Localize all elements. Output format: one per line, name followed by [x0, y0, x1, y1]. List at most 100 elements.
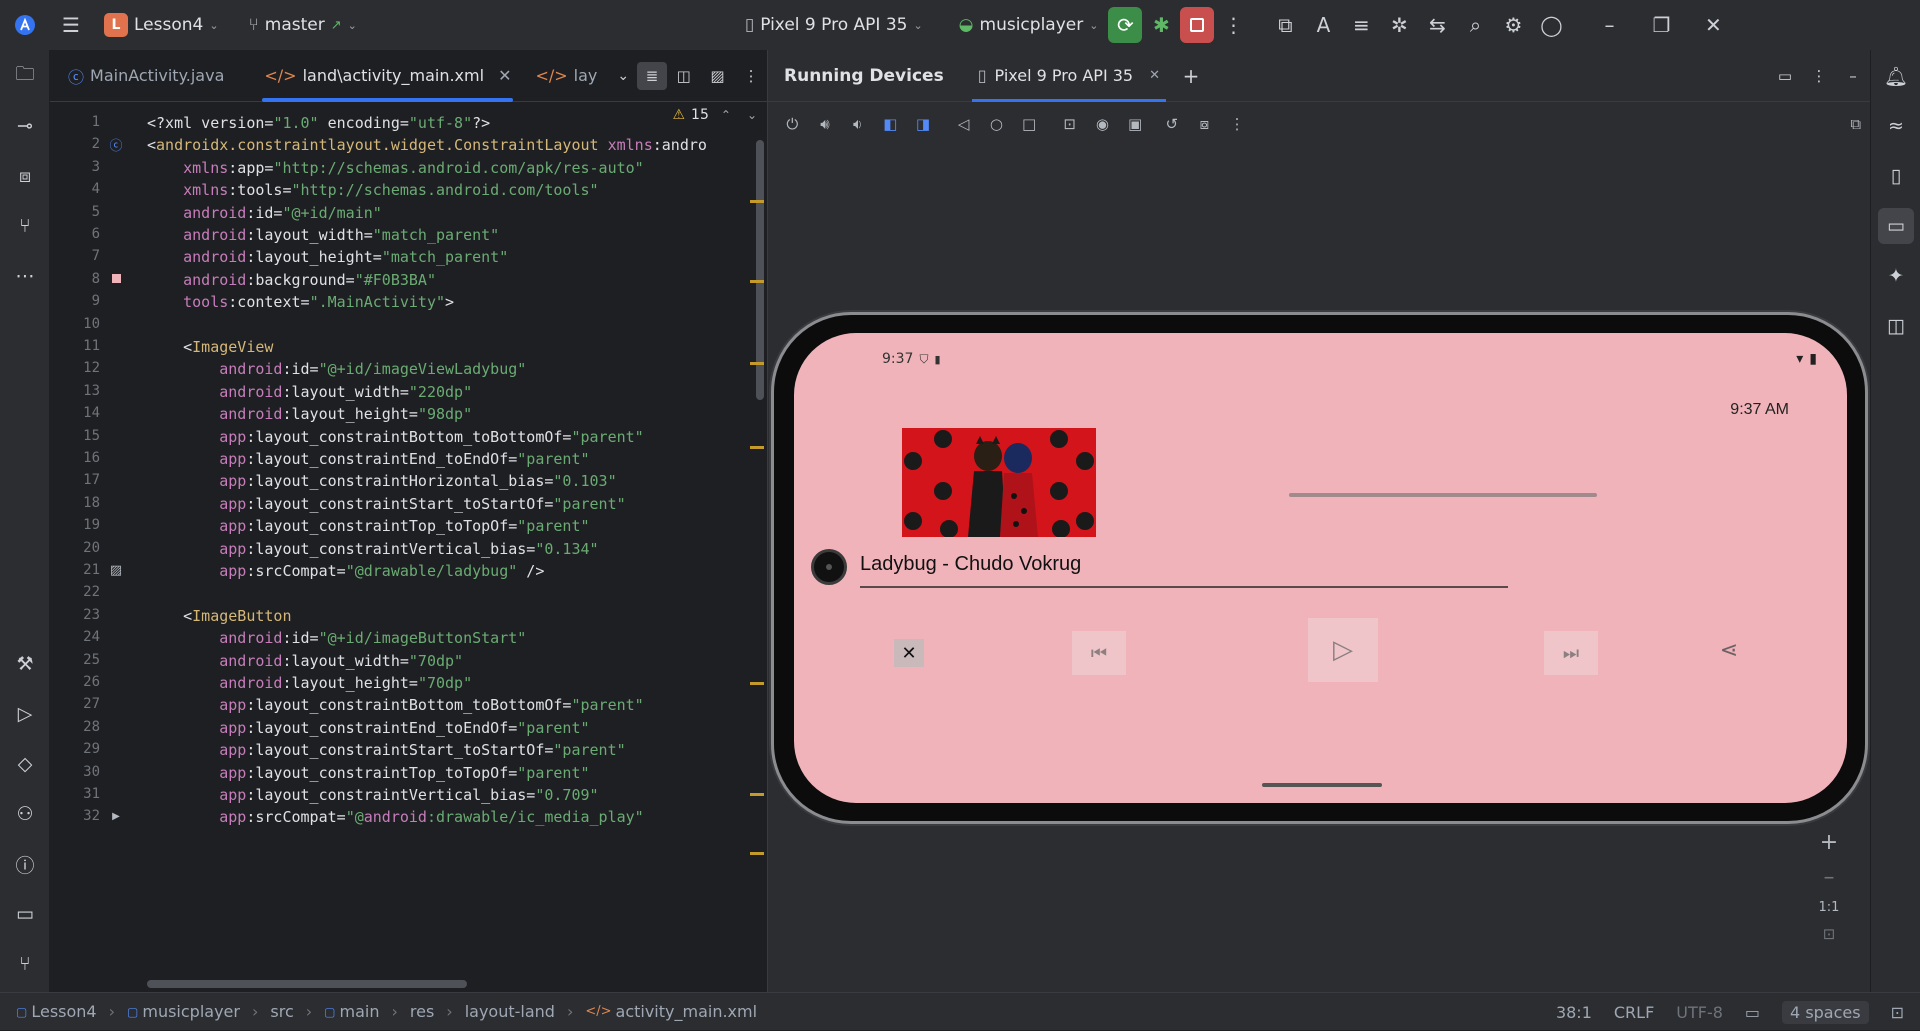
account-icon[interactable]: ◯ [1532, 6, 1570, 44]
read-only-toggle-icon[interactable]: ▭ [1745, 1003, 1760, 1022]
running-devices-icon[interactable]: ▭ [1878, 208, 1914, 244]
hide-panel-icon[interactable]: – [1836, 57, 1870, 95]
toolbar-more-icon[interactable]: ⋮ [1223, 109, 1252, 139]
code-area[interactable]: <?xml version="1.0" encoding="utf-8"?> <a… [147, 102, 752, 978]
close-tab-icon[interactable]: ✕ [1149, 68, 1160, 83]
next-track-button[interactable]: ⏭︎ [1544, 631, 1598, 675]
breadcrumb-item[interactable]: musicplayer [142, 1002, 240, 1021]
breadcrumb-item[interactable]: activity_main.xml [616, 1002, 758, 1021]
seek-bar[interactable] [1289, 493, 1597, 497]
close-tab-icon[interactable]: ✕ [498, 66, 511, 85]
run-config-selector[interactable]: ◒ musicplayer ⌄ [951, 9, 1107, 41]
editor-more-icon[interactable]: ⋮ [734, 57, 768, 95]
device-screen[interactable]: 9:37 ⛉ ▮ ▾ ▮ 9:37 AM Ladybug - Chudo Vok… [794, 333, 1847, 803]
tab-activity-main-xml[interactable]: </> land\activity_main.xml ✕ [252, 50, 523, 102]
restore-window-icon[interactable]: ❐ [1642, 6, 1680, 44]
run-icon[interactable]: ▷ [7, 696, 43, 732]
previous-track-button[interactable]: ⏮︎ [1072, 631, 1126, 675]
attach-debugger-icon[interactable]: ✲ [1380, 6, 1418, 44]
code-line[interactable]: app:srcCompat="@drawable/ladybug" /> [147, 558, 544, 585]
device-tab[interactable]: ▯ Pixel 9 Pro API 35 ✕ [964, 50, 1174, 102]
zoom-in-icon[interactable]: + [1820, 830, 1838, 855]
problems-icon[interactable]: ⓘ [7, 846, 43, 882]
volume-down-icon[interactable]: 🔉︎ [843, 109, 872, 139]
app-inspection-icon[interactable]: ⚇ [7, 796, 43, 832]
split-view-icon[interactable]: ◫ [667, 57, 701, 95]
color-swatch-icon[interactable] [108, 271, 124, 287]
breadcrumb-item[interactable]: Lesson4 [31, 1002, 96, 1021]
warning-stripe[interactable] [750, 280, 764, 283]
project-selector[interactable]: L Lesson4 ⌄ [96, 9, 227, 41]
add-device-icon[interactable]: + [1174, 57, 1208, 95]
code-line[interactable]: app:srcCompat="@android:drawable/ic_medi… [147, 804, 643, 831]
horizontal-scrollbar[interactable] [147, 980, 467, 988]
breadcrumb-item[interactable]: res [410, 1002, 434, 1021]
more-tools-icon[interactable]: ⋯ [7, 258, 43, 294]
breadcrumb-item[interactable]: layout-land [465, 1002, 555, 1021]
zoom-out-icon[interactable]: – [1824, 865, 1835, 890]
warning-stripe[interactable] [750, 682, 764, 685]
file-encoding[interactable]: UTF-8 [1676, 1003, 1723, 1022]
tab-layout[interactable]: </> lay [523, 50, 609, 102]
code-view-icon[interactable]: ≣ [637, 61, 667, 90]
version-control-icon[interactable]: ⑂ [7, 946, 43, 982]
tabs-dropdown-icon[interactable]: ⌄ [609, 57, 637, 95]
sync-gradle-icon[interactable]: ⇆ [1418, 6, 1456, 44]
device-selector[interactable]: ▯ Pixel 9 Pro API 35 ⌄ [737, 9, 931, 41]
sparkle-icon[interactable]: ✦ [1878, 258, 1914, 294]
stop-button[interactable]: ✕ [894, 639, 924, 667]
caret-position[interactable]: 38:1 [1556, 1003, 1592, 1022]
breadcrumb-item[interactable]: src [270, 1002, 293, 1021]
device-explorer-icon[interactable]: ◫ [1878, 308, 1914, 344]
build-hammer-icon[interactable]: ⚒ [7, 646, 43, 682]
gemini-icon[interactable]: ≈ [1878, 108, 1914, 144]
screenshot-icon[interactable]: ◉ [1088, 109, 1117, 139]
warning-stripe[interactable] [750, 200, 764, 203]
rotate-left-icon[interactable]: ◧ [876, 109, 905, 139]
panel-layout-icon[interactable]: ▭ [1768, 57, 1802, 95]
code-line[interactable]: tools:context=".MainActivity"> [147, 289, 454, 316]
settings-gear-icon[interactable]: ⚙ [1494, 6, 1532, 44]
gesture-home-bar[interactable] [1262, 783, 1382, 787]
panel-options-icon[interactable]: ⋮ [1802, 57, 1836, 95]
class-usage-icon[interactable]: ⓒ [108, 136, 124, 154]
close-window-icon[interactable]: ✕ [1694, 6, 1732, 44]
image-preview-icon[interactable]: ▨ [108, 562, 124, 578]
overview-icon[interactable]: □ [1015, 109, 1044, 139]
design-view-icon[interactable]: ▨ [701, 57, 735, 95]
volume-up-icon[interactable]: 🔊︎ [811, 109, 840, 139]
snapshot-icon[interactable]: ↺ [1157, 109, 1186, 139]
commit-icon[interactable]: ⊸ [7, 108, 43, 144]
apply-changes-icon[interactable]: ⟳ [1108, 7, 1143, 43]
warning-stripe[interactable] [750, 362, 764, 365]
fold-arrow-icon[interactable]: ▶ [108, 808, 124, 824]
android-studio-logo-icon[interactable] [6, 6, 44, 44]
line-separator[interactable]: CRLF [1614, 1003, 1654, 1022]
translate-icon[interactable]: A [1304, 6, 1342, 44]
extended-controls-icon[interactable]: ⧇ [1190, 109, 1219, 139]
device-manager-icon[interactable]: ▯ [1878, 158, 1914, 194]
indent-setting[interactable]: 4 spaces [1782, 1000, 1869, 1024]
power-icon[interactable]: ⏻ [778, 109, 807, 139]
search-icon[interactable]: ⌕ [1456, 6, 1494, 44]
vertical-scrollbar[interactable] [756, 140, 764, 400]
minimize-window-icon[interactable]: – [1590, 6, 1628, 44]
debug-icon[interactable]: ✱ [1142, 6, 1180, 44]
gem-icon[interactable]: ◇ [7, 746, 43, 782]
breadcrumb-item[interactable]: main [339, 1002, 379, 1021]
wrap-icon[interactable]: ≡ [1342, 6, 1380, 44]
rotate-right-icon[interactable]: ◨ [909, 109, 938, 139]
main-menu-icon[interactable]: ☰ [52, 6, 90, 44]
layout-inspector-icon[interactable]: ⧉ [1266, 6, 1304, 44]
warning-stripe[interactable] [750, 793, 764, 796]
project-folder-icon[interactable]: 🗀 [7, 58, 43, 94]
pull-requests-icon[interactable]: ⑂ [7, 208, 43, 244]
device-frame-icon[interactable]: ⧉ [1841, 109, 1870, 139]
warning-stripe[interactable] [750, 852, 764, 855]
more-options-icon[interactable]: ⋮ [1214, 6, 1252, 44]
tab-main-activity[interactable]: ⓒ MainActivity.java [56, 50, 236, 102]
zoom-fit-icon[interactable]: ⊡ [1823, 925, 1836, 943]
back-icon[interactable]: ◁ [949, 109, 978, 139]
lock-icon[interactable]: ⊡ [1891, 1003, 1904, 1022]
branch-selector[interactable]: ⑂ master ↗ ⌄ [241, 9, 365, 41]
